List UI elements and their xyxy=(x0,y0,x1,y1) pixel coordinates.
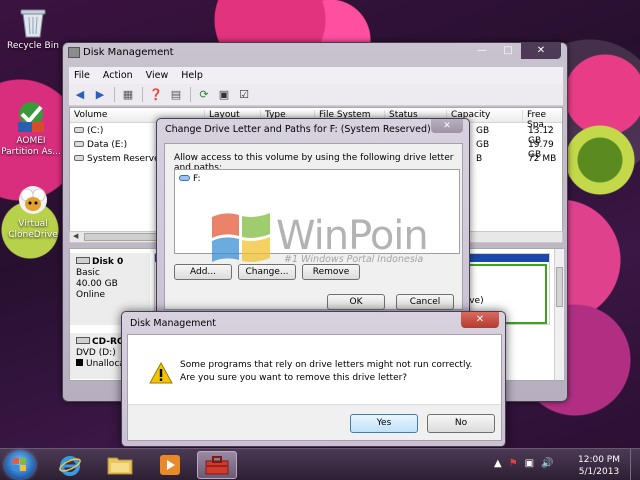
volume-capacity: GB xyxy=(476,126,490,136)
dialog-title: Change Drive Letter and Paths for F: (Sy… xyxy=(165,124,431,135)
column-header-volume[interactable]: Volume xyxy=(70,110,107,122)
path-label: F: xyxy=(193,174,201,184)
menu-bar: File Action View Help xyxy=(69,67,563,84)
dialog-footer: Yes No xyxy=(128,404,501,440)
hard-disk-icon xyxy=(76,257,90,264)
dialog-body: Some programs that rely on drive letters… xyxy=(127,334,502,441)
volume-capacity: GB xyxy=(476,140,490,150)
taskbar-media-player[interactable] xyxy=(150,451,190,479)
start-button[interactable] xyxy=(5,451,35,479)
show-desktop-button[interactable] xyxy=(630,449,640,480)
column-header-free-space[interactable]: Free Spa... xyxy=(522,110,562,130)
volume-capacity: B xyxy=(476,154,483,164)
network-icon[interactable]: ▣ xyxy=(525,458,534,469)
disk-management-title-icon xyxy=(68,47,80,58)
help-icon[interactable]: ❓ xyxy=(148,87,164,102)
properties-icon[interactable]: ▤ xyxy=(168,87,184,102)
refresh-icon[interactable]: ⟳ xyxy=(196,87,212,102)
drive-icon xyxy=(74,127,84,133)
taskbar-windows-explorer[interactable] xyxy=(100,451,140,479)
taskbar-disk-management[interactable] xyxy=(197,451,237,479)
cdrom-drive: DVD (D:) xyxy=(76,348,116,358)
windows-logo-icon xyxy=(13,458,26,471)
menu-view[interactable]: View xyxy=(146,70,169,81)
watermark-text: WinPoin xyxy=(276,213,429,259)
taskbar: ▲ ⚑ ▣ 🔊 12:00 PM 5/1/2013 xyxy=(0,448,640,480)
window-title: Disk Management xyxy=(83,47,174,58)
toolbar-separator xyxy=(142,87,143,102)
desktop-icon-label: AOMEI Partition As... xyxy=(1,136,61,157)
desktop-icon-virtual-clonedrive[interactable]: Virtual CloneDrive xyxy=(2,183,64,241)
toolbar-separator xyxy=(190,87,191,102)
window-controls: — □ ✕ xyxy=(469,43,561,59)
warning-icon xyxy=(149,362,173,384)
desktop-icon-label: Recycle Bin xyxy=(7,41,59,51)
vertical-scrollbar[interactable] xyxy=(554,249,564,380)
unallocated-swatch xyxy=(76,359,83,366)
internet-explorer-icon xyxy=(59,456,81,476)
media-player-icon xyxy=(160,455,180,475)
folder-icon xyxy=(107,457,133,475)
clonedrive-sheep-icon xyxy=(19,186,47,214)
desktop-icon-recycle-bin[interactable]: Recycle Bin xyxy=(2,5,64,52)
dialog-message: Some programs that rely on drive letters… xyxy=(180,360,473,383)
toolbar-separator xyxy=(114,87,115,102)
cdrom-status: Unalloca xyxy=(76,359,125,369)
recycle-bin-icon xyxy=(20,9,46,38)
drive-icon xyxy=(179,175,190,181)
scroll-left-icon[interactable]: ◀ xyxy=(73,232,78,240)
cdrom-name: CD-RO xyxy=(92,337,125,347)
menu-file[interactable]: File xyxy=(74,70,90,81)
close-button[interactable]: ✕ xyxy=(521,43,561,59)
checklist-icon[interactable]: ☑ xyxy=(236,87,252,102)
yes-button[interactable]: Yes xyxy=(350,414,418,433)
list-item[interactable]: F: xyxy=(179,174,201,184)
disk-status: Online xyxy=(76,290,106,300)
scrollbar-thumb[interactable] xyxy=(556,267,563,307)
system-clock[interactable]: 12:00 PM 5/1/2013 xyxy=(578,454,620,478)
toolbox-icon xyxy=(205,456,229,475)
volume-name: (C:) xyxy=(87,126,104,136)
dialog-close-button[interactable]: ✕ xyxy=(431,119,463,133)
volume-icon[interactable]: 🔊 xyxy=(541,458,553,469)
ok-button[interactable]: OK xyxy=(327,294,385,310)
drive-icon xyxy=(74,155,84,161)
cdrom-status-text: Unalloca xyxy=(86,359,125,369)
watermark-subtitle: #1 Windows Portal Indonesia xyxy=(284,254,424,265)
menu-help[interactable]: Help xyxy=(181,70,203,81)
drive-icon xyxy=(74,141,84,147)
cdrom-icon xyxy=(76,337,90,344)
disk-name: Disk 0 xyxy=(92,257,124,267)
dialog-title: Disk Management xyxy=(130,318,217,329)
disk-size: 40.00 GB xyxy=(76,279,118,289)
system-tray: ▲ ⚑ ▣ 🔊 xyxy=(494,458,561,469)
action-center-flag-icon[interactable]: ⚑ xyxy=(509,458,518,469)
rescan-disks-icon[interactable]: ▣ xyxy=(216,87,232,102)
maximize-button[interactable]: □ xyxy=(495,43,521,59)
back-arrow-icon[interactable]: ◀ xyxy=(72,87,88,102)
disk-type: Basic xyxy=(76,268,100,278)
cancel-button[interactable]: Cancel xyxy=(396,294,454,310)
dialog-close-button[interactable]: ✕ xyxy=(461,312,499,328)
desktop-icon-label: Virtual CloneDrive xyxy=(8,219,58,240)
volume-free-space: 72 MB xyxy=(528,154,557,164)
volume-name: Data (E:) xyxy=(87,140,128,150)
desktop-icon-aomei[interactable]: AOMEI Partition As... xyxy=(0,100,62,158)
minimize-button[interactable]: — xyxy=(469,43,495,59)
clock-time: 12:00 PM xyxy=(578,455,620,465)
tray-expand-icon[interactable]: ▲ xyxy=(494,458,502,469)
confirm-remove-dialog: Disk Management ✕ Some programs that rel… xyxy=(121,311,506,447)
forward-arrow-icon[interactable]: ▶ xyxy=(92,87,108,102)
windows-logo-icon xyxy=(212,213,270,262)
no-button[interactable]: No xyxy=(427,414,495,433)
clock-date: 5/1/2013 xyxy=(578,467,620,477)
winpoin-watermark: WinPoin #1 Windows Portal Indonesia xyxy=(210,209,440,271)
aomei-partition-icon xyxy=(18,102,44,132)
taskbar-internet-explorer[interactable] xyxy=(50,451,90,479)
toolbar: ◀ ▶ ▦ ❓ ▤ ⟳ ▣ ☑ xyxy=(69,84,563,106)
menu-action[interactable]: Action xyxy=(103,70,133,81)
show-hide-console-icon[interactable]: ▦ xyxy=(120,87,136,102)
